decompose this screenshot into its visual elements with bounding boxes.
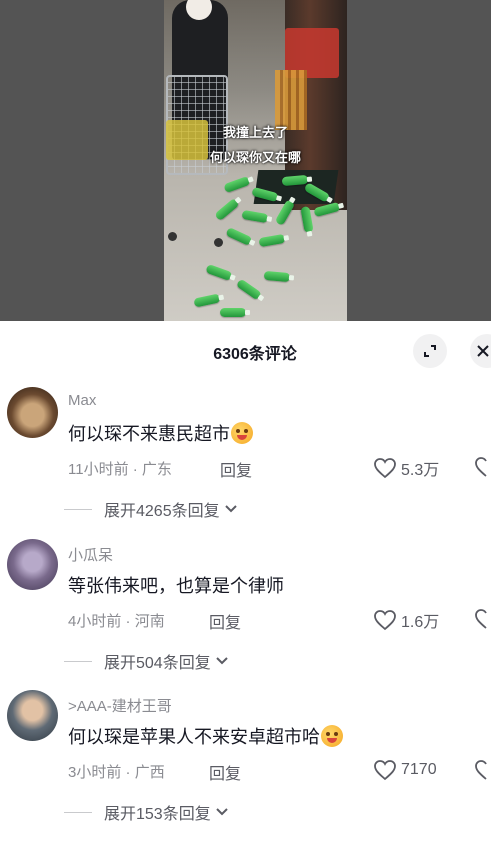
video-player[interactable]: 我撞上去了 何以琛你又在哪	[0, 0, 491, 321]
fallen-bottle	[225, 226, 253, 247]
grin-emoji-icon	[321, 725, 343, 747]
comment-username[interactable]: 小瓜呆	[68, 544, 113, 565]
dislike-icon[interactable]	[474, 608, 491, 630]
divider-line	[64, 660, 92, 662]
reply-button[interactable]: 回复	[209, 609, 241, 633]
fallen-bottle	[220, 308, 250, 317]
comment-text: 等张伟来吧，也算是个律师	[68, 576, 284, 596]
video-frame: 我撞上去了 何以琛你又在哪	[164, 0, 347, 321]
fallen-bottle	[214, 197, 240, 222]
reply-button[interactable]: 回复	[209, 760, 241, 784]
expand-replies-label: 展开153条回复	[104, 806, 211, 823]
comment-text-content: 何以琛不来惠民超市	[68, 424, 230, 444]
comment-meta: 4小时前 · 河南	[68, 610, 165, 631]
chevron-down-icon	[215, 808, 228, 816]
fallen-bottle	[205, 263, 233, 282]
like-button[interactable]: 7170	[373, 759, 437, 781]
like-count: 1.6万	[401, 614, 440, 631]
comment-username[interactable]: >AAA-建材王哥	[68, 695, 172, 716]
shelf-bottles	[275, 70, 307, 130]
like-count: 7170	[401, 761, 437, 778]
dislike-icon[interactable]	[474, 456, 491, 478]
heart-icon	[374, 610, 396, 631]
avatar[interactable]	[7, 690, 58, 741]
divider-line	[64, 811, 92, 813]
comment-location: 河南	[134, 613, 165, 630]
fallen-bottle	[235, 278, 263, 301]
meta-separator: ·	[125, 764, 135, 781]
reply-button[interactable]: 回复	[220, 457, 252, 481]
comment-time: 3小时前	[68, 764, 122, 781]
comment-username[interactable]: Max	[68, 392, 96, 409]
expand-replies-button[interactable]: 展开504条回复	[64, 649, 229, 673]
cart-wheel	[214, 238, 223, 247]
fallen-bottle	[193, 293, 221, 308]
expand-replies-button[interactable]: 展开4265条回复	[64, 497, 238, 521]
chevron-down-icon	[215, 657, 228, 665]
chevron-down-icon	[224, 505, 237, 513]
fallen-bottle	[241, 209, 269, 224]
video-caption-line1: 我撞上去了	[222, 125, 288, 140]
avatar[interactable]	[7, 539, 58, 590]
dislike-icon[interactable]	[474, 759, 491, 781]
comment-item: Max 何以琛不来惠民超市 11小时前 · 广东 回复 5.3万 展开4265条…	[0, 387, 491, 537]
video-caption-line2: 何以琛你又在哪	[209, 150, 301, 165]
meta-separator: ·	[125, 613, 135, 630]
expand-replies-label: 展开4265条回复	[104, 503, 220, 520]
cart-wheel	[168, 232, 177, 241]
expand-replies-label: 展开504条回复	[104, 655, 211, 672]
comment-text: 何以琛不来惠民超市	[68, 420, 253, 446]
comment-time: 4小时前	[68, 613, 122, 630]
comments-panel: 6306条评论 Max 何以琛不来惠民超市 11小时前 · 广东 回复 5.3万	[0, 321, 491, 842]
comment-location: 广东	[141, 461, 172, 478]
like-button[interactable]: 1.6万	[373, 608, 439, 632]
fallen-bottle	[263, 270, 291, 283]
comment-time: 11小时前	[68, 461, 129, 478]
close-icon	[477, 345, 489, 357]
comment-item: 小瓜呆 等张伟来吧，也算是个律师 4小时前 · 河南 回复 1.6万 展开504…	[0, 539, 491, 689]
comment-text: 何以琛是苹果人不来安卓超市哈	[68, 723, 343, 749]
fullscreen-icon	[424, 345, 436, 357]
comment-text-content: 何以琛是苹果人不来安卓超市哈	[68, 727, 320, 747]
heart-icon	[374, 760, 396, 781]
heart-icon	[374, 458, 396, 479]
meta-separator: ·	[132, 461, 142, 478]
comment-item: >AAA-建材王哥 何以琛是苹果人不来安卓超市哈 3小时前 · 广西 回复 71…	[0, 690, 491, 840]
like-count: 5.3万	[401, 462, 440, 479]
comment-meta: 11小时前 · 广东	[68, 458, 172, 479]
expand-replies-button[interactable]: 展开153条回复	[64, 800, 229, 824]
fallen-bottle	[258, 233, 286, 248]
comment-meta: 3小时前 · 广西	[68, 761, 165, 782]
comment-location: 广西	[134, 764, 165, 781]
like-button[interactable]: 5.3万	[373, 456, 439, 480]
fallen-bottle	[223, 175, 251, 194]
fullscreen-button[interactable]	[413, 334, 447, 368]
divider-line	[64, 508, 92, 510]
hug-emoji-icon	[231, 422, 253, 444]
avatar[interactable]	[7, 387, 58, 438]
